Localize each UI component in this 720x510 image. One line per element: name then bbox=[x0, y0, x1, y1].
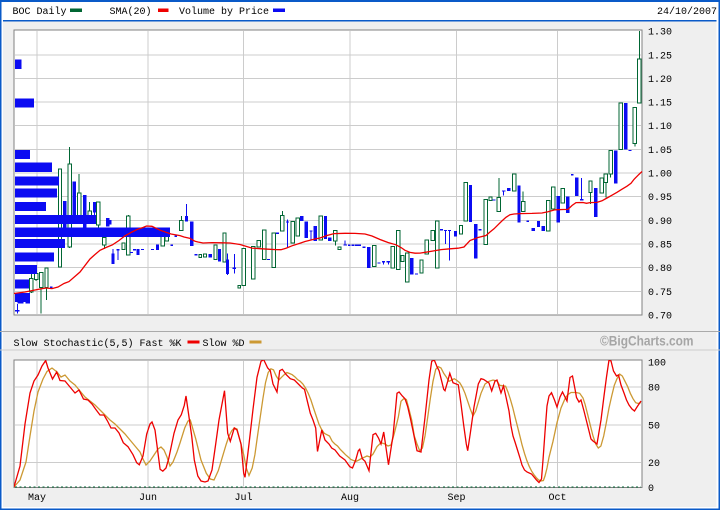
svg-text:0.90: 0.90 bbox=[648, 217, 672, 228]
svg-text:1.15: 1.15 bbox=[648, 99, 672, 110]
svg-text:50: 50 bbox=[648, 421, 660, 432]
svg-text:100: 100 bbox=[648, 359, 666, 370]
svg-text:Slow %D: Slow %D bbox=[203, 338, 245, 350]
svg-text:0.95: 0.95 bbox=[648, 193, 672, 204]
svg-text:0.80: 0.80 bbox=[648, 264, 672, 275]
svg-text:Slow Stochastic(5,5) Fast %K: Slow Stochastic(5,5) Fast %K bbox=[14, 338, 182, 350]
svg-text:1.10: 1.10 bbox=[648, 122, 672, 133]
svg-text:SMA(20): SMA(20) bbox=[110, 6, 152, 18]
svg-text:Oct: Oct bbox=[548, 493, 566, 504]
svg-text:0: 0 bbox=[648, 484, 654, 495]
svg-text:0.70: 0.70 bbox=[648, 312, 672, 323]
svg-text:1.05: 1.05 bbox=[648, 146, 672, 157]
svg-text:1.20: 1.20 bbox=[648, 75, 672, 86]
svg-text:20: 20 bbox=[648, 459, 660, 470]
svg-text:BOC Daily: BOC Daily bbox=[13, 6, 67, 18]
svg-text:0.75: 0.75 bbox=[648, 288, 672, 299]
svg-text:1.30: 1.30 bbox=[648, 28, 672, 39]
svg-text:1.25: 1.25 bbox=[648, 51, 672, 62]
svg-text:May: May bbox=[28, 493, 46, 504]
svg-text:24/10/2007: 24/10/2007 bbox=[657, 6, 717, 18]
svg-text:80: 80 bbox=[648, 384, 660, 395]
svg-text:©BigCharts.com: ©BigCharts.com bbox=[600, 333, 694, 349]
svg-text:Jul: Jul bbox=[234, 492, 252, 504]
svg-text:Aug: Aug bbox=[341, 493, 359, 504]
svg-text:0.85: 0.85 bbox=[648, 241, 672, 252]
svg-text:Volume by Price: Volume by Price bbox=[179, 6, 269, 18]
svg-text:Sep: Sep bbox=[447, 493, 465, 504]
svg-text:1.00: 1.00 bbox=[648, 170, 672, 181]
svg-text:Jun: Jun bbox=[139, 493, 157, 504]
